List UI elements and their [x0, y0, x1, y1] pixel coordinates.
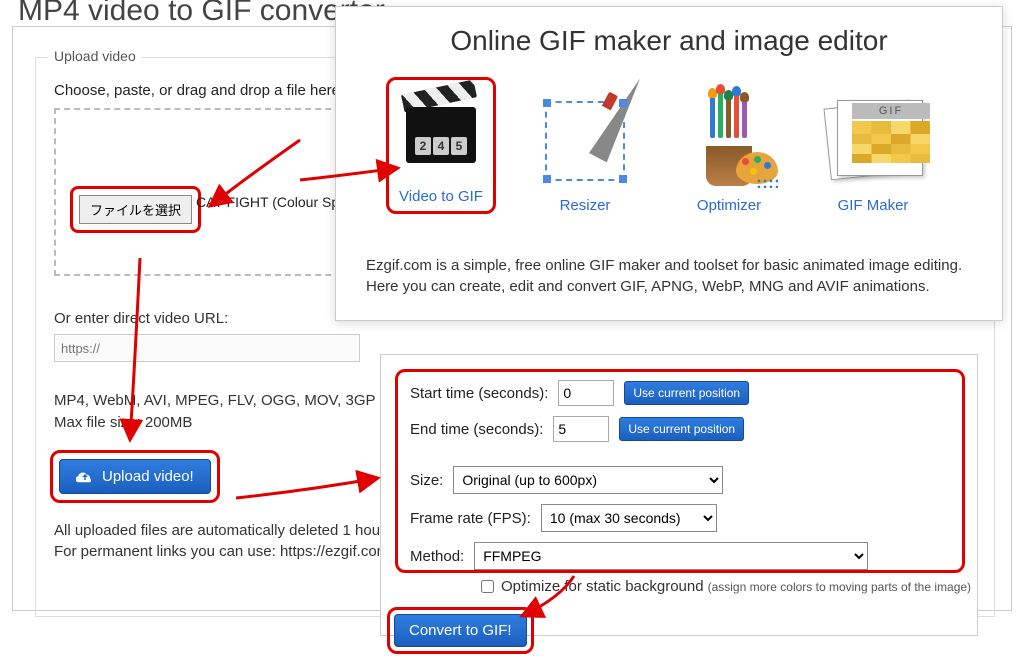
selected-file-name: CAT FIGHT (Colour Sp — [196, 194, 339, 210]
fps-select[interactable]: 10 (max 30 seconds) — [541, 504, 717, 532]
cloud-upload-icon — [76, 469, 94, 485]
gif-maker-icon: GIF — [827, 95, 919, 187]
upload-legend: Upload video — [48, 48, 142, 64]
site-header-panel: Online GIF maker and image editor 245 Vi… — [335, 6, 1003, 321]
maxsize-line: Max file size: 200MB — [54, 414, 192, 431]
url-input[interactable] — [54, 334, 360, 362]
convert-to-gif-button[interactable]: Convert to GIF! — [394, 614, 527, 647]
size-label: Size: — [410, 472, 443, 489]
tool-gif-maker[interactable]: GIF GIF Maker — [818, 95, 928, 214]
convert-to-gif-button-label: Convert to GIF! — [409, 622, 512, 639]
tool-gif-maker-label: GIF Maker — [838, 197, 909, 214]
upload-video-button-label: Upload video! — [102, 468, 194, 485]
upload-button-highlight: Upload video! — [50, 450, 220, 503]
tool-resizer[interactable]: Resizer — [530, 95, 640, 214]
site-header-title: Online GIF maker and image editor — [336, 25, 1002, 57]
tool-optimizer[interactable]: Optimizer — [674, 95, 784, 214]
optimizer-icon — [683, 95, 775, 187]
optimize-static-label: Optimize for static background — [501, 578, 704, 595]
url-label: Or enter direct video URL: — [54, 310, 228, 327]
size-select[interactable]: Original (up to 600px) — [453, 466, 723, 494]
resizer-icon — [539, 95, 631, 187]
file-choose-button[interactable]: ファイルを選択 — [79, 195, 192, 224]
end-time-label: End time (seconds): — [410, 421, 543, 438]
method-label: Method: — [410, 548, 464, 565]
start-time-label: Start time (seconds): — [410, 385, 548, 402]
site-header-description: Ezgif.com is a simple, free online GIF m… — [366, 255, 972, 297]
convert-options-highlight: Start time (seconds): Use current positi… — [395, 369, 965, 573]
fps-label: Frame rate (FPS): — [410, 510, 531, 527]
upload-video-button[interactable]: Upload video! — [59, 459, 211, 494]
convert-button-highlight: Convert to GIF! — [387, 607, 534, 654]
optimize-static-checkbox[interactable] — [481, 580, 494, 593]
tool-optimizer-label: Optimizer — [697, 197, 761, 214]
tool-resizer-label: Resizer — [560, 197, 611, 214]
optimize-static-hint: (assign more colors to moving parts of t… — [708, 580, 971, 594]
start-time-input[interactable] — [558, 380, 614, 406]
use-current-start-button[interactable]: Use current position — [624, 381, 749, 405]
end-time-input[interactable] — [553, 416, 609, 442]
convert-options-panel: Start time (seconds): Use current positi… — [380, 354, 978, 636]
page-title: MP4 video to GIF converter — [18, 0, 385, 28]
tool-video-to-gif[interactable]: 245 Video to GIF — [386, 77, 496, 214]
file-choose-highlight: ファイルを選択 — [70, 186, 201, 233]
upload-instruction: Choose, paste, or drag and drop a file h… — [54, 82, 344, 99]
method-select[interactable]: FFMPEG — [474, 542, 868, 570]
tools-row: 245 Video to GIF Resizer — [386, 77, 928, 214]
clapboard-icon: 245 — [395, 86, 487, 178]
use-current-end-button[interactable]: Use current position — [619, 417, 744, 441]
tool-video-to-gif-label: Video to GIF — [399, 188, 483, 205]
